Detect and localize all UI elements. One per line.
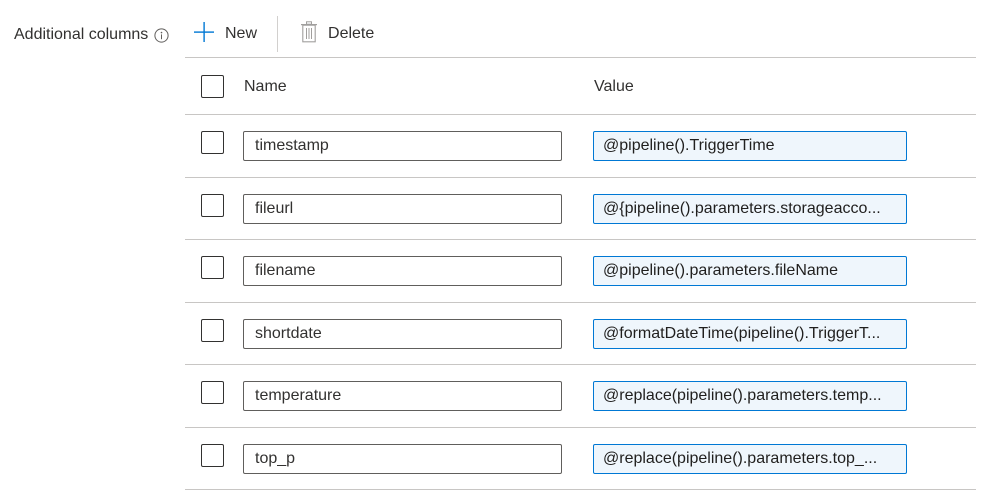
value-input[interactable]: @replace(pipeline().parameters.temp... (593, 381, 907, 411)
column-header-name: Name (244, 78, 287, 95)
table-row: shortdate @formatDateTime(pipeline().Tri… (185, 303, 976, 365)
row-checkbox[interactable] (201, 318, 224, 342)
value-input[interactable]: @pipeline().TriggerTime (593, 131, 907, 161)
value-input[interactable]: @{pipeline().parameters.storageacco... (593, 193, 907, 224)
trash-icon (300, 20, 318, 48)
table-header: Name Value (185, 57, 976, 115)
row-checkbox[interactable] (201, 131, 224, 154)
table-row: top_p @replace(pipeline().parameters.top… (185, 428, 976, 490)
toolbar: New Delete (185, 14, 384, 54)
plus-icon (193, 21, 215, 48)
value-input[interactable]: @replace(pipeline().parameters.top_... (593, 443, 907, 474)
section-label-text: Additional columns (14, 26, 149, 43)
table-row: timestamp @pipeline().TriggerTime (185, 115, 976, 178)
row-checkbox[interactable] (201, 256, 224, 279)
columns-table: Name Value timestamp @pipeline().Trigger… (185, 57, 976, 490)
row-checkbox[interactable] (201, 381, 224, 404)
value-input[interactable]: @pipeline().parameters.fileName (593, 256, 907, 286)
table-row: filename @pipeline().parameters.fileName (185, 240, 976, 303)
info-icon[interactable] (154, 27, 169, 43)
new-button-label: New (225, 25, 258, 42)
name-input[interactable]: filename (243, 256, 562, 286)
new-button[interactable]: New (185, 14, 267, 54)
delete-button-label: Delete (328, 25, 375, 42)
name-input[interactable]: timestamp (243, 131, 562, 161)
row-checkbox[interactable] (201, 443, 224, 467)
select-all-checkbox[interactable] (201, 75, 224, 98)
section-label: Additional columns (14, 26, 169, 44)
table-row: temperature @replace(pipeline().paramete… (185, 365, 976, 428)
delete-button[interactable]: Delete (290, 14, 384, 54)
name-input[interactable]: temperature (243, 381, 562, 411)
row-checkbox[interactable] (201, 193, 224, 217)
name-input[interactable]: top_p (243, 443, 562, 474)
toolbar-divider (277, 16, 279, 52)
name-input[interactable]: fileurl (243, 193, 562, 224)
additional-columns-panel: Additional columns New Delete Name Value… (0, 0, 999, 496)
name-input[interactable]: shortdate (243, 318, 562, 349)
table-row: fileurl @{pipeline().parameters.storagea… (185, 178, 976, 240)
value-input[interactable]: @formatDateTime(pipeline().TriggerT... (593, 318, 907, 349)
column-header-value: Value (594, 78, 634, 95)
